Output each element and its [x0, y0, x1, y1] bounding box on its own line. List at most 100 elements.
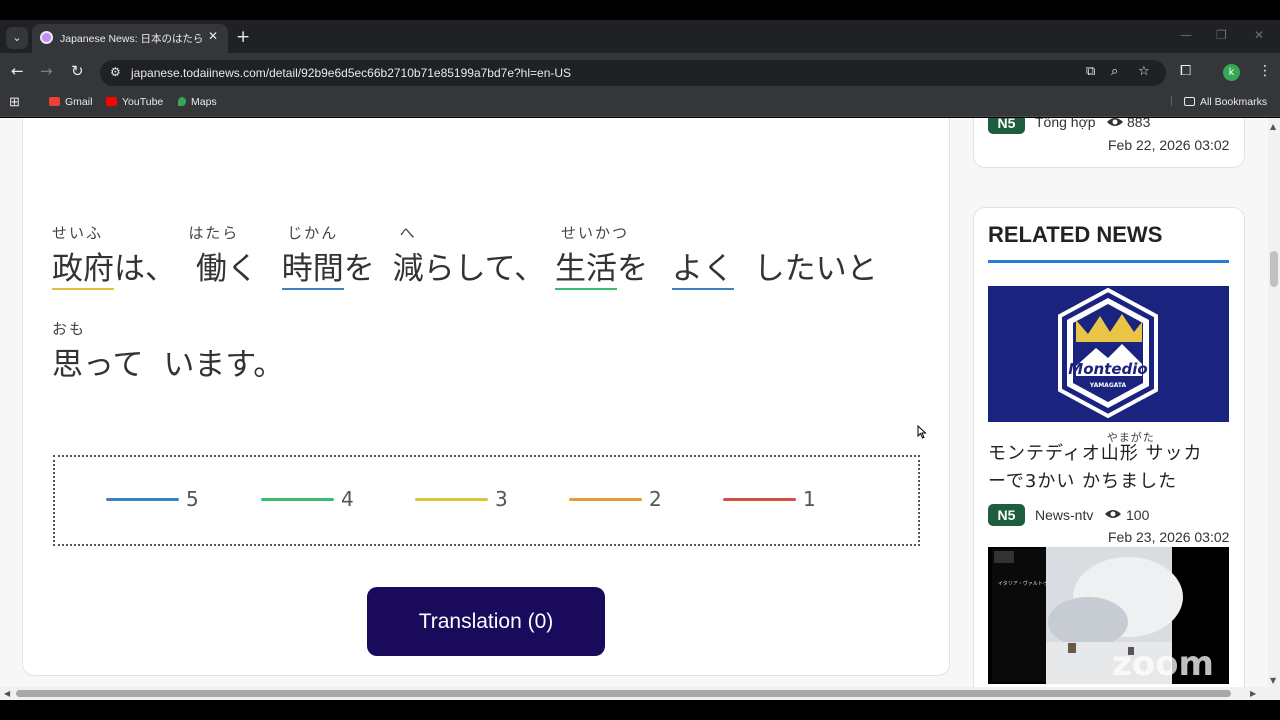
active-tab[interactable]: Japanese News: 日本のはたらくに ✕ — [32, 24, 228, 53]
heading-underline — [988, 260, 1229, 263]
legend-label: 1 — [803, 487, 816, 511]
vertical-scrollbar[interactable] — [1268, 118, 1280, 687]
legend-line — [261, 498, 334, 501]
word-text: 思 — [52, 347, 83, 383]
zoom-watermark: zoom — [1112, 644, 1214, 684]
montedio-logo-icon: Montedio YAMAGATA — [1058, 287, 1158, 419]
furigana: せいふ — [52, 224, 104, 242]
gmail-icon — [49, 97, 60, 106]
news-thumbnail-montedio[interactable]: Montedio YAMAGATA — [988, 286, 1229, 422]
text-segment: は、 — [114, 251, 176, 287]
youtube-icon — [106, 97, 117, 106]
text-segment: く — [226, 251, 258, 287]
word-text: 減 — [392, 251, 424, 287]
furigana: はたら — [188, 224, 240, 242]
screen: ⌄ Japanese News: 日本のはたらくに ✕ + — ❐ ✕ ← → … — [0, 0, 1280, 720]
site-info-icon[interactable]: ⚙ — [110, 65, 121, 79]
mouse-cursor-icon — [917, 425, 927, 439]
legend-label: 2 — [649, 487, 662, 511]
vertical-scroll-thumb[interactable] — [1270, 251, 1278, 287]
word-seikatsu[interactable]: せいかつ生活 — [554, 224, 627, 290]
view-count: 883 — [1127, 118, 1151, 130]
word-hataraku[interactable]: はたら働 — [189, 224, 238, 288]
new-tab-button[interactable]: + — [236, 27, 250, 47]
word-herasu[interactable]: へ減 — [392, 224, 424, 288]
tab-search-button[interactable]: ⌄ — [6, 27, 28, 49]
logo-subtext: YAMAGATA — [1089, 382, 1127, 389]
scroll-up-arrow-icon[interactable]: ▲ — [1270, 122, 1276, 131]
folder-icon — [1184, 97, 1195, 106]
title-segment: ーで3かい かちました — [988, 471, 1178, 492]
bookmark-youtube[interactable]: YouTube — [106, 96, 163, 108]
translation-button[interactable]: Translation (0) — [367, 587, 605, 656]
word-text: 働 — [195, 251, 227, 287]
legend-line — [569, 498, 642, 501]
scroll-left-arrow-icon[interactable]: ◀ — [4, 689, 10, 698]
zoom-icon[interactable]: ⌕ — [1111, 64, 1118, 79]
bookmark-maps-label: Maps — [191, 96, 217, 108]
bookmark-youtube-label: YouTube — [122, 96, 164, 108]
level-badge: N5 — [988, 504, 1025, 526]
close-window-icon[interactable]: ✕ — [1254, 28, 1264, 42]
word-yoku[interactable]: よく — [671, 243, 734, 290]
scroll-right-arrow-icon[interactable]: ▶ — [1250, 689, 1256, 698]
page-viewport: せいふ 政府は、 はたら 働く じかん 時間を へ減らして、 せいかつ 生活を よく し… — [0, 118, 1268, 687]
furigana: おも — [52, 320, 87, 338]
related-news-heading: RELATED NEWS — [988, 222, 1163, 247]
article-line-2: おも思って います。 — [52, 320, 285, 384]
title-segment: モンテディオ — [988, 443, 1101, 464]
text-segment: したいと — [753, 251, 878, 287]
legend-label: 4 — [341, 487, 354, 511]
extensions-icon[interactable]: ⧠ — [1180, 63, 1191, 79]
word-seifu[interactable]: せいふ 政府 — [52, 224, 114, 290]
menu-kebab-icon[interactable]: ⋮ — [1258, 63, 1272, 79]
news-date: Feb 23, 2026 03:02 — [1108, 529, 1230, 545]
url-text[interactable]: japanese.todaiinews.com/detail/92b9e6d5e… — [131, 66, 571, 80]
legend-line — [106, 498, 179, 501]
profile-avatar[interactable]: k — [1223, 64, 1240, 81]
text-segment: を — [343, 251, 375, 287]
news-source: Tổng hợp — [1035, 118, 1096, 130]
legend-label: 5 — [186, 487, 199, 511]
maximize-icon[interactable]: ❐ — [1216, 28, 1227, 42]
horizontal-scroll-thumb[interactable] — [16, 690, 1231, 697]
view-count: 100 — [1126, 507, 1150, 523]
scroll-down-arrow-icon[interactable]: ▼ — [1270, 676, 1276, 685]
reload-icon[interactable]: ↻ — [71, 62, 84, 80]
site-favicon-icon — [40, 31, 53, 44]
furigana: せいかつ — [560, 224, 629, 242]
news-thumbnail-avalanche[interactable]: イタリア・ヴァルトゥルナンシュ 16日 zoom — [988, 547, 1229, 684]
level-badge: N5 — [988, 118, 1025, 134]
news-source: News-ntv — [1035, 507, 1094, 523]
bookmark-star-icon[interactable]: ☆ — [1138, 64, 1150, 79]
close-tab-icon[interactable]: ✕ — [208, 29, 218, 43]
word-text: 生活 — [554, 251, 617, 287]
word-text: よく — [671, 251, 734, 287]
word-omou[interactable]: おも思 — [52, 320, 84, 384]
avalanche-video-frame: イタリア・ヴァルトゥルナンシュ 16日 zoom — [988, 547, 1229, 684]
word-text: 時間 — [281, 251, 344, 287]
text-segment: います。 — [163, 347, 285, 383]
legend-label: 3 — [495, 487, 508, 511]
furigana: やまがた — [1106, 431, 1155, 444]
word-text: 政府 — [52, 251, 114, 287]
all-bookmarks-label: All Bookmarks — [1200, 96, 1268, 108]
furigana: へ — [399, 224, 417, 242]
furigana: じかん — [287, 224, 339, 242]
related-news-title-1[interactable]: モンテディオ やまがた 山形 サッカ ーで3かい かちました — [988, 431, 1234, 496]
bookmarks-divider: | — [1170, 95, 1173, 107]
bookmark-gmail-label: Gmail — [65, 96, 93, 108]
tab-title: Japanese News: 日本のはたらくに — [60, 33, 202, 45]
bookmark-maps[interactable]: Maps — [178, 96, 217, 108]
bookmark-gmail[interactable]: Gmail — [49, 96, 92, 108]
back-icon[interactable]: ← — [11, 62, 24, 80]
word-jikan[interactable]: じかん 時間 — [281, 224, 344, 290]
translate-icon[interactable]: ⧉ — [1086, 64, 1095, 79]
address-bar[interactable]: ⚙ japanese.todaiinews.com/detail/92b9e6d… — [100, 60, 1166, 86]
article-line-1: せいふ 政府は、 はたら 働く じかん 時間を へ減らして、 せいかつ 生活を よく し… — [52, 224, 878, 290]
all-bookmarks[interactable]: All Bookmarks — [1184, 96, 1267, 108]
forward-icon[interactable]: → — [40, 62, 53, 80]
minimize-icon[interactable]: — — [1180, 28, 1192, 42]
apps-grid-icon[interactable]: ⊞ — [9, 94, 20, 110]
text-segment: って — [83, 347, 144, 383]
